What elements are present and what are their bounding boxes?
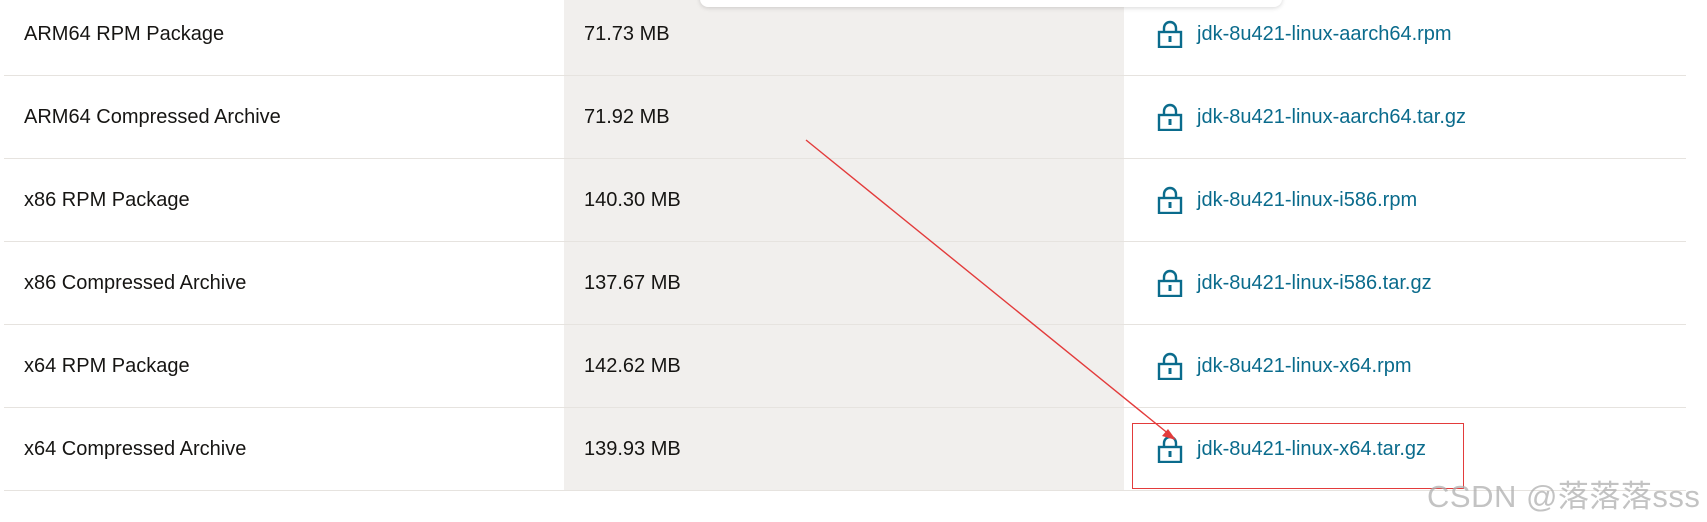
download-cell: jdk-8u421-linux-x64.rpm	[1124, 325, 1686, 407]
product-name: ARM64 RPM Package	[24, 22, 225, 45]
file-size: 142.62 MB	[564, 325, 1124, 407]
download-link-i586-rpm[interactable]: jdk-8u421-linux-i586.rpm	[1197, 189, 1417, 212]
lock-icon	[1157, 186, 1183, 214]
product-name: x86 Compressed Archive	[24, 271, 247, 294]
popup-dialog-edge	[700, 0, 1282, 7]
file-size: 140.30 MB	[564, 159, 1124, 241]
download-link-aarch64-rpm[interactable]: jdk-8u421-linux-aarch64.rpm	[1197, 23, 1452, 46]
download-cell: jdk-8u421-linux-i586.rpm	[1124, 159, 1686, 241]
file-size: 71.92 MB	[564, 76, 1124, 158]
download-cell: jdk-8u421-linux-aarch64.tar.gz	[1124, 76, 1686, 158]
file-size: 71.73 MB	[564, 0, 1124, 75]
product-name: x64 RPM Package	[24, 354, 190, 377]
annotation-highlight-box	[1132, 423, 1464, 489]
table-row: ARM64 Compressed Archive 71.92 MB jdk-8u…	[4, 76, 1686, 159]
table-row: x86 Compressed Archive 137.67 MB jdk-8u4…	[4, 242, 1686, 325]
download-link-aarch64-tar-gz[interactable]: jdk-8u421-linux-aarch64.tar.gz	[1197, 106, 1466, 129]
product-name: x86 RPM Package	[24, 188, 190, 211]
file-size: 137.67 MB	[564, 242, 1124, 324]
table-row: x86 RPM Package 140.30 MB jdk-8u421-linu…	[4, 159, 1686, 242]
downloads-table: ARM64 RPM Package 71.73 MB jdk-8u421-lin…	[4, 0, 1686, 491]
download-cell: jdk-8u421-linux-i586.tar.gz	[1124, 242, 1686, 324]
download-link-i586-tar-gz[interactable]: jdk-8u421-linux-i586.tar.gz	[1197, 272, 1432, 295]
product-name: ARM64 Compressed Archive	[24, 105, 281, 128]
table-row: x64 RPM Package 142.62 MB jdk-8u421-linu…	[4, 325, 1686, 408]
product-name: x64 Compressed Archive	[24, 437, 247, 460]
download-cell: jdk-8u421-linux-aarch64.rpm	[1124, 0, 1686, 75]
file-size: 139.93 MB	[564, 408, 1124, 490]
table-row: ARM64 RPM Package 71.73 MB jdk-8u421-lin…	[4, 0, 1686, 76]
watermark: CSDN @落落落sss	[1427, 479, 1701, 514]
lock-icon	[1157, 269, 1183, 297]
lock-icon	[1157, 352, 1183, 380]
download-link-x64-rpm[interactable]: jdk-8u421-linux-x64.rpm	[1197, 355, 1412, 378]
lock-icon	[1157, 103, 1183, 131]
lock-icon	[1157, 20, 1183, 48]
